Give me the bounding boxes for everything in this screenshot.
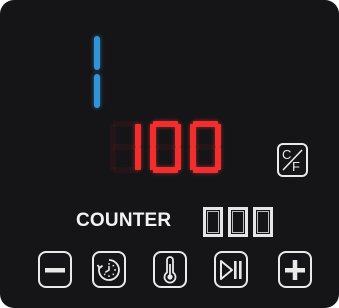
segment-c <box>175 147 181 170</box>
plus-button[interactable] <box>278 251 312 288</box>
segment-e <box>150 147 156 170</box>
thermometer-icon <box>163 255 177 283</box>
minus-button[interactable] <box>38 251 72 288</box>
segment-e <box>110 147 116 170</box>
seven-segment-digit <box>110 121 141 173</box>
control-panel: C F COUNTER <box>0 0 339 308</box>
play-pause-button[interactable] <box>214 251 248 288</box>
celsius-fahrenheit-icon: C F <box>282 147 303 174</box>
temperature-display <box>110 121 221 173</box>
segment-c <box>94 74 100 108</box>
segment-a <box>113 121 138 127</box>
segment-d <box>153 167 178 173</box>
segment-a <box>153 121 178 127</box>
seven-segment-digit <box>94 36 100 108</box>
seven-segment-digit <box>190 121 221 173</box>
digit-outline <box>203 207 223 237</box>
seven-segment-digit <box>150 121 181 173</box>
seven-segment-digit <box>253 207 273 237</box>
unit-upper-label: C <box>282 147 291 162</box>
segment-g <box>153 144 178 150</box>
segment-g <box>193 144 218 150</box>
segment-d <box>193 167 218 173</box>
seven-segment-digit <box>228 207 248 237</box>
segment-e <box>190 147 196 170</box>
temperature-button[interactable] <box>153 251 187 288</box>
segment-c <box>215 147 221 170</box>
celsius-fahrenheit-toggle-button[interactable]: C F <box>277 143 308 177</box>
segment-b <box>215 124 221 147</box>
counter-label: COUNTER <box>76 210 172 231</box>
plus-icon <box>285 259 305 280</box>
digit-inner-outline <box>257 211 269 233</box>
digit-outline <box>228 207 248 237</box>
segment-a <box>193 121 218 127</box>
segment-b <box>135 124 141 147</box>
segment-c <box>135 147 141 170</box>
counter-value-display <box>203 207 273 237</box>
digit-inner-outline <box>207 211 219 233</box>
segment-f <box>110 124 116 147</box>
segment-d <box>113 167 138 173</box>
segment-g <box>113 144 138 150</box>
play-pause-icon <box>220 259 242 280</box>
minus-icon <box>45 267 65 272</box>
timer-button[interactable] <box>92 251 126 288</box>
segment-f <box>150 124 156 147</box>
unit-lower-label: F <box>292 159 300 174</box>
segment-b <box>175 124 181 147</box>
seven-segment-digit <box>203 207 223 237</box>
segment-b <box>94 36 100 70</box>
digit-inner-outline <box>232 211 244 233</box>
segment-f <box>190 124 196 147</box>
program-number-display <box>94 36 100 108</box>
timer-dial-icon <box>96 258 120 281</box>
digit-outline <box>253 207 273 237</box>
